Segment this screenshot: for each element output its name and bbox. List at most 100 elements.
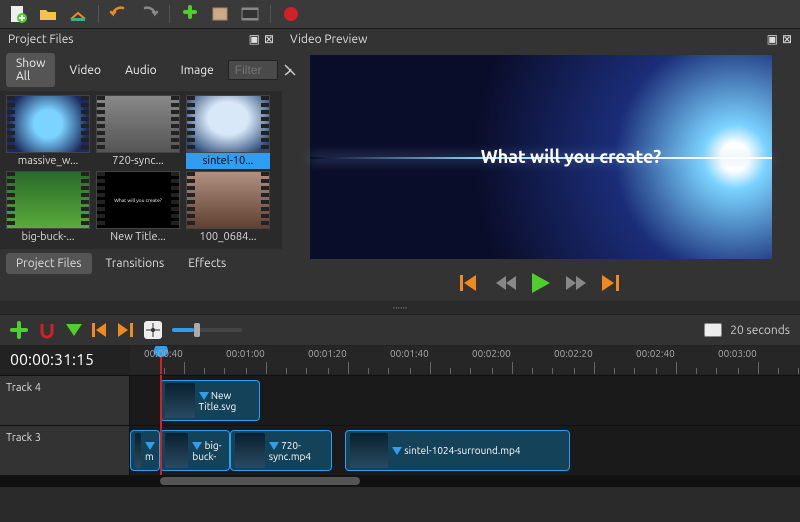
center-playhead-icon[interactable] — [144, 321, 162, 339]
track-lane[interactable]: m big-buck- 720-sync.mp4 sintel-1024-sur… — [130, 426, 800, 475]
project-item[interactable]: sintel-10... — [184, 95, 272, 169]
clip-label: New Title.svg — [199, 390, 255, 412]
timeline-clip[interactable]: 720-sync.mp4 — [230, 430, 332, 471]
clip-label: m — [145, 440, 155, 462]
timeline-toolbar: 20 seconds — [0, 314, 800, 345]
app-toolbar — [0, 0, 800, 29]
playhead-line[interactable] — [160, 375, 162, 475]
project-item[interactable]: big-buck-... — [4, 171, 92, 245]
ruler-time-label: 00:01:00 — [226, 348, 265, 359]
tab-transitions[interactable]: Transitions — [96, 253, 175, 274]
toolbar-separator — [169, 5, 170, 23]
project-item-label: 720-sync... — [96, 153, 180, 169]
play-icon[interactable] — [532, 273, 550, 293]
open-project-icon[interactable] — [38, 4, 58, 24]
timeline-tracks: Track 4 New Title.svgTrack 3 m big-buck-… — [0, 375, 800, 475]
timeline-clip[interactable]: m — [130, 430, 160, 471]
project-item-label: sintel-10... — [186, 153, 270, 169]
clip-label: big-buck- — [192, 440, 225, 462]
project-item[interactable]: 720-sync... — [94, 95, 182, 169]
project-item-label: New Title... — [96, 229, 180, 245]
project-item-thumbnail[interactable] — [186, 95, 270, 153]
clip-label: 720-sync.mp4 — [269, 440, 327, 462]
clip-thumbnail — [235, 433, 265, 468]
transport-controls — [282, 265, 800, 301]
ruler-time-label: 00:02:00 — [472, 348, 511, 359]
project-item-thumbnail[interactable] — [6, 171, 90, 229]
track-row: Track 4 New Title.svg — [0, 375, 800, 425]
preview-overlay-text: What will you create? — [481, 147, 661, 167]
add-marker-button[interactable] — [704, 323, 722, 337]
jump-start-icon[interactable] — [460, 275, 480, 291]
jump-end-icon[interactable] — [602, 275, 622, 291]
filter-image-button[interactable]: Image — [171, 60, 224, 81]
timeline-clip[interactable]: sintel-1024-surround.mp4 — [345, 430, 570, 471]
ruler-time-label: 00:03:00 — [718, 348, 757, 359]
project-item[interactable]: massive_w... — [4, 95, 92, 169]
track-lane[interactable]: New Title.svg — [130, 376, 800, 425]
next-marker-icon[interactable] — [118, 323, 134, 337]
timeline-ruler[interactable]: 00:00:40 00:01:00 00:01:20 00:01:40 00:02:00… — [130, 346, 800, 374]
panel-detach-icon[interactable]: ▣ — [249, 32, 260, 46]
project-item[interactable]: What will you create?New Title... — [94, 171, 182, 245]
filter-audio-button[interactable]: Audio — [115, 60, 167, 81]
project-item-thumbnail[interactable] — [186, 171, 270, 229]
panel-close-icon[interactable]: ⊠ — [782, 32, 792, 46]
clip-thumbnail — [165, 433, 188, 468]
timecode-display[interactable]: 00:00:31:15 — [0, 345, 130, 375]
choose-profile-icon[interactable] — [210, 4, 230, 24]
undo-icon[interactable] — [109, 4, 129, 24]
ruler-time-label: 00:00:40 — [144, 348, 183, 359]
project-item-thumbnail[interactable] — [6, 95, 90, 153]
ruler-time-label: 00:02:40 — [636, 348, 675, 359]
clip-label: sintel-1024-surround.mp4 — [392, 445, 521, 456]
fast-forward-icon[interactable] — [566, 276, 586, 290]
tab-project-files[interactable]: Project Files — [6, 253, 92, 274]
filter-video-button[interactable]: Video — [59, 60, 111, 81]
track-row: Track 3 m big-buck- 720-sync.mp4 sintel-… — [0, 425, 800, 475]
rewind-icon[interactable] — [496, 276, 516, 290]
project-files-panel: Project Files ▣ ⊠ Show All Video Audio I… — [0, 29, 282, 301]
project-item-label: 100_0684... — [186, 229, 270, 245]
project-item-label: massive_w... — [6, 153, 90, 169]
redo-icon[interactable] — [139, 4, 159, 24]
panel-resize-handle[interactable]: ······ — [0, 301, 800, 314]
previous-marker-icon[interactable] — [92, 323, 108, 337]
ruler-time-label: 00:02:20 — [554, 348, 593, 359]
video-preview-title: Video Preview — [290, 33, 367, 46]
export-video-icon[interactable] — [281, 4, 301, 24]
toolbar-separator — [98, 5, 99, 23]
toolbar-separator — [270, 5, 271, 23]
fullscreen-icon[interactable] — [240, 4, 260, 24]
ruler-time-label: 00:01:40 — [390, 348, 429, 359]
tab-effects[interactable]: Effects — [178, 253, 236, 274]
project-item-label: big-buck-... — [6, 229, 90, 245]
project-item-thumbnail[interactable] — [96, 95, 180, 153]
timeline-clip[interactable]: New Title.svg — [160, 380, 260, 421]
add-track-icon[interactable] — [10, 321, 28, 339]
track-header[interactable]: Track 4 — [0, 376, 130, 425]
razor-dropdown-icon[interactable] — [66, 324, 82, 336]
import-files-icon[interactable] — [180, 4, 200, 24]
timeline-horizontal-scrollbar[interactable] — [0, 475, 800, 487]
show-all-button[interactable]: Show All — [6, 53, 55, 87]
project-item[interactable]: 100_0684... — [184, 171, 272, 245]
filter-input[interactable] — [228, 60, 278, 80]
timeline-clip[interactable]: big-buck- — [160, 430, 230, 471]
zoom-readout: 20 seconds — [730, 324, 790, 337]
zoom-slider[interactable] — [172, 328, 242, 332]
project-item-thumbnail[interactable]: What will you create? — [96, 171, 180, 229]
clip-thumbnail — [135, 433, 141, 468]
project-filter-bar: Show All Video Audio Image — [0, 49, 282, 91]
panel-close-icon[interactable]: ⊠ — [264, 32, 274, 46]
clip-thumbnail — [165, 383, 195, 418]
video-preview-panel: Video Preview ▣ ⊠ What will you create? — [282, 29, 800, 301]
ruler-time-label: 00:01:20 — [308, 348, 347, 359]
track-header[interactable]: Track 3 — [0, 426, 130, 475]
snapping-icon[interactable] — [38, 321, 56, 339]
video-preview-viewport[interactable]: What will you create? — [310, 55, 772, 259]
save-project-icon[interactable] — [68, 4, 88, 24]
panel-detach-icon[interactable]: ▣ — [767, 32, 778, 46]
project-thumbnail-grid: massive_w... 720-sync... sintel-10... big-b… — [0, 91, 282, 249]
new-project-icon[interactable] — [8, 4, 28, 24]
